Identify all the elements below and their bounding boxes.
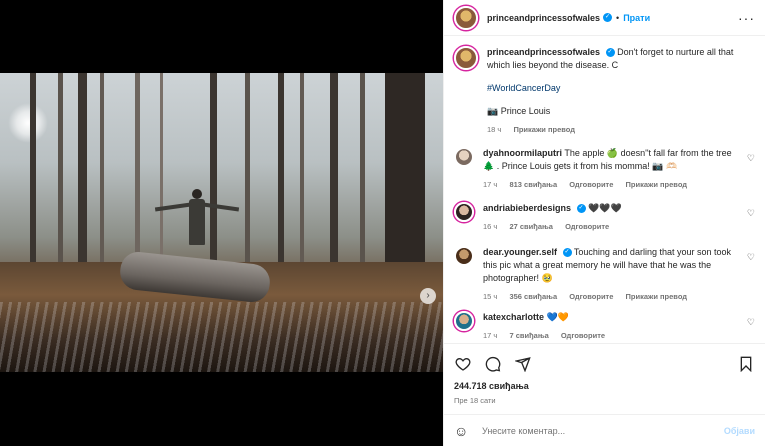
separator-dot: • [616, 12, 620, 23]
comment-username[interactable]: dear.younger.self [483, 247, 557, 257]
verified-badge-icon: ✓ [562, 248, 572, 258]
commenter-avatar[interactable] [454, 311, 474, 331]
author-username[interactable]: princeandprincessofwales [487, 13, 600, 23]
post-photo[interactable]: › [0, 73, 443, 372]
comment-time: 16 ч [483, 222, 498, 231]
comment-username[interactable]: katexcharlotte [483, 312, 544, 322]
comment-likes[interactable]: 27 свиђања [509, 222, 553, 231]
heart-icon[interactable]: ♡ [747, 153, 755, 164]
reply-button[interactable]: Одговорите [569, 292, 613, 301]
commenter-avatar[interactable] [454, 202, 474, 222]
caption-username[interactable]: princeandprincessofwales [487, 47, 600, 57]
comment-likes[interactable]: 356 свиђања [509, 292, 557, 301]
bookmark-icon[interactable] [737, 355, 755, 373]
comment-username[interactable]: andriabieberdesigns [483, 203, 571, 213]
comment-text: 🖤🖤🖤 [588, 203, 622, 213]
comment-time: 15 ч [483, 292, 498, 301]
verified-badge-icon: ✓ [605, 48, 615, 58]
comment-username[interactable]: dyahnoormilaputri [483, 148, 562, 158]
comment-icon[interactable] [484, 355, 502, 373]
reply-button[interactable]: Одговорите [569, 180, 613, 189]
comment-item: dyahnoormilaputri The apple 🍏 doesn''t f… [454, 147, 755, 191]
hashtag-link[interactable]: #WorldCancerDay [487, 82, 755, 95]
heart-icon[interactable]: ♡ [747, 252, 755, 263]
photo-credit: 📷 Prince Louis [487, 106, 551, 116]
post-comment-button[interactable]: Објави [724, 426, 755, 436]
comment-item: dear.younger.self ✓ Touching and darling… [454, 246, 755, 303]
follow-button[interactable]: Прати [623, 13, 650, 23]
comment-meta: 16 ч 27 свиђања Одговорите [483, 220, 737, 233]
heart-icon[interactable] [454, 355, 472, 373]
sun-glare [8, 103, 48, 143]
comment-meta: 17 ч 7 свиђања Одговорите [483, 329, 737, 342]
frost-overlay [0, 302, 443, 372]
reply-button[interactable]: Одговорите [565, 222, 609, 231]
caption-time: 18 ч [487, 125, 502, 134]
translate-link[interactable]: Прикажи превод [626, 292, 688, 301]
likes-count[interactable]: 244.718 свиђања [454, 381, 529, 391]
caption-meta: 18 ч Прикажи превод [487, 123, 755, 136]
comment-time: 17 ч [483, 331, 498, 340]
comment-text: 💙🧡 [546, 312, 569, 322]
heart-icon[interactable]: ♡ [747, 317, 755, 328]
more-icon[interactable]: ··· [738, 10, 755, 26]
post-media: › [0, 0, 443, 446]
translate-link[interactable]: Прикажи превод [626, 180, 688, 189]
emoji-icon[interactable]: ☺ [454, 423, 474, 439]
verified-badge-icon: ✓ [603, 13, 613, 22]
comments-list[interactable]: princeandprincessofwales ✓ Don't forget … [444, 37, 765, 343]
reply-button[interactable]: Одговорите [561, 331, 605, 340]
action-bar [444, 343, 765, 383]
comment-meta: 15 ч 356 свиђања Одговорите Прикажи прев… [483, 290, 737, 303]
caption: princeandprincessofwales ✓ Don't forget … [454, 46, 755, 136]
heart-icon[interactable]: ♡ [747, 208, 755, 219]
commenter-avatar[interactable] [454, 246, 474, 266]
comment-meta: 17 ч 813 свиђања Одговорите Прикажи прев… [483, 178, 737, 191]
verified-badge-icon: ✓ [576, 204, 586, 214]
commenter-avatar[interactable] [454, 147, 474, 167]
comment-likes[interactable]: 813 свиђања [509, 180, 557, 189]
comment-item: andriabieberdesigns ✓ 🖤🖤🖤 16 ч 27 свиђањ… [454, 202, 755, 233]
person-figure [154, 189, 240, 259]
comment-item: katexcharlotte 💙🧡 17 ч 7 свиђања Одговор… [454, 311, 755, 342]
comment-likes[interactable]: 7 свиђања [509, 331, 548, 340]
translate-link[interactable]: Прикажи превод [513, 125, 575, 134]
share-icon[interactable] [514, 355, 532, 373]
next-arrow-icon[interactable]: › [420, 288, 436, 304]
post-panel: princeandprincessofwales ✓ • Прати ··· p… [443, 0, 765, 446]
author-avatar[interactable] [454, 46, 478, 70]
author-avatar[interactable] [454, 5, 478, 30]
post-time[interactable]: Пре 18 сати [454, 396, 496, 405]
post-header: princeandprincessofwales ✓ • Прати ··· [444, 0, 765, 36]
comment-input[interactable] [482, 425, 724, 436]
comment-composer: ☺ Објави [444, 414, 765, 446]
comment-time: 17 ч [483, 180, 498, 189]
